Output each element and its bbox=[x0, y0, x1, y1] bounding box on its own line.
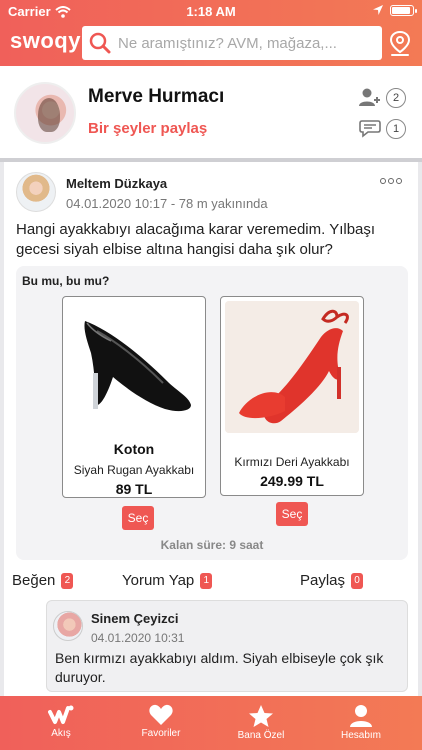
like-count: 2 bbox=[61, 572, 74, 589]
wave-icon bbox=[48, 705, 74, 724]
search-icon bbox=[82, 26, 118, 60]
comment-date: 04.01.2020 10:31 bbox=[91, 631, 185, 645]
profile-name: Merve Hurmacı bbox=[88, 86, 225, 107]
tab-for-me[interactable]: Bana Özel bbox=[216, 696, 306, 750]
top-bar: Carrier 1:18 AM swoqy bbox=[0, 0, 422, 66]
comment-button[interactable]: Yorum Yap 1 bbox=[122, 572, 213, 589]
like-button[interactable]: Beğen 2 bbox=[12, 572, 74, 589]
option-price: 89 TL bbox=[115, 481, 153, 497]
tab-feed[interactable]: Akış bbox=[16, 696, 106, 750]
select-option-1-button[interactable]: Seç bbox=[122, 506, 154, 530]
like-label: Beğen bbox=[12, 572, 56, 589]
clock: 1:18 AM bbox=[186, 4, 236, 19]
red-shoe-image bbox=[225, 301, 359, 433]
poll-title: Bu mu, bu mu? bbox=[22, 274, 110, 288]
comment-text: Ben kırmızı ayakkabıyı aldım. Siyah elbi… bbox=[55, 650, 384, 685]
tab-label: Bana Özel bbox=[237, 730, 285, 741]
friend-request-count: 2 bbox=[386, 88, 406, 108]
post-card: Meltem Düzkaya 04.01.2020 10:17 - 78 m y… bbox=[4, 162, 418, 702]
share-something-link[interactable]: Bir şeyler paylaş bbox=[88, 120, 207, 137]
black-shoe-image bbox=[67, 301, 201, 433]
avatar[interactable] bbox=[53, 611, 83, 641]
option-brand: Koton bbox=[113, 441, 155, 457]
tab-label: Akış bbox=[51, 728, 71, 739]
select-option-2-button[interactable]: Seç bbox=[276, 502, 308, 526]
tab-label: Favoriler bbox=[141, 728, 181, 739]
comment-label: Yorum Yap bbox=[122, 572, 195, 589]
profile-card: Merve Hurmacı Bir şeyler paylaş 2 1 bbox=[0, 66, 422, 158]
avatar[interactable] bbox=[16, 172, 56, 212]
post-meta: 04.01.2020 10:17 - 78 m yakınında bbox=[66, 196, 268, 211]
message-icon[interactable] bbox=[358, 118, 382, 138]
option-name: Siyah Rugan Ayakkabı bbox=[73, 463, 195, 477]
add-friend-icon[interactable] bbox=[358, 87, 382, 107]
search-bar[interactable] bbox=[82, 26, 382, 60]
status-right bbox=[372, 4, 417, 16]
poll-option-2[interactable]: Kırmızı Deri Ayakkabı 249.99 TL bbox=[220, 296, 364, 496]
comment-count: 1 bbox=[200, 572, 213, 589]
message-count: 1 bbox=[386, 119, 406, 139]
more-options-icon[interactable] bbox=[380, 178, 402, 184]
tab-favorites[interactable]: Favoriler bbox=[116, 696, 206, 750]
tab-label: Hesabım bbox=[340, 730, 381, 741]
poll-remaining-time: Kalan süre: 9 saat bbox=[160, 538, 264, 552]
poll-option-1[interactable]: Koton Siyah Rugan Ayakkabı 89 TL bbox=[62, 296, 206, 498]
brand-logo[interactable]: swoqy bbox=[10, 28, 81, 54]
tab-account[interactable]: Hesabım bbox=[316, 696, 406, 750]
tab-bar: Akış Favoriler Bana Özel Hesabım bbox=[0, 696, 422, 750]
share-button[interactable]: Paylaş 0 bbox=[300, 572, 364, 589]
poll: Bu mu, bu mu? Koton Siyah Rugan Ayakkabı… bbox=[16, 266, 408, 560]
option-name: Kırmızı Deri Ayakkabı bbox=[234, 455, 350, 469]
status-bar: Carrier 1:18 AM bbox=[0, 0, 422, 22]
share-count: 0 bbox=[351, 572, 364, 589]
location-arrow-icon bbox=[373, 5, 383, 15]
post-author[interactable]: Meltem Düzkaya bbox=[66, 176, 167, 191]
post-text: Hangi ayakkabıyı alacağıma karar veremed… bbox=[16, 221, 376, 258]
share-label: Paylaş bbox=[300, 572, 346, 589]
heart-icon bbox=[149, 704, 173, 725]
post-actions: Beğen 2 Yorum Yap 1 Paylaş 0 bbox=[4, 570, 418, 594]
user-icon bbox=[350, 705, 372, 727]
battery-icon bbox=[390, 4, 417, 16]
star-icon bbox=[249, 705, 273, 727]
comment: Sinem Çeyizci 04.01.2020 10:31 Ben kırmı… bbox=[46, 600, 408, 692]
avatar[interactable] bbox=[14, 82, 76, 144]
comment-author[interactable]: Sinem Çeyizci bbox=[91, 611, 178, 626]
map-pin-icon[interactable] bbox=[388, 30, 412, 58]
option-price: 249.99 TL bbox=[260, 473, 324, 489]
search-input[interactable] bbox=[118, 34, 368, 52]
